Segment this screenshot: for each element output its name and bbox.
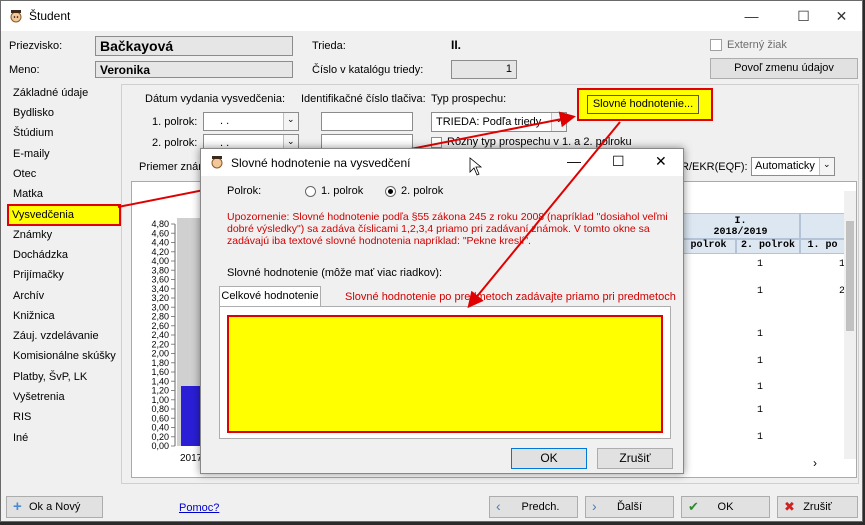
annotation-arrow-button xyxy=(467,121,621,309)
mouse-cursor-icon xyxy=(469,157,483,176)
annotation-arrows-front xyxy=(467,121,621,309)
